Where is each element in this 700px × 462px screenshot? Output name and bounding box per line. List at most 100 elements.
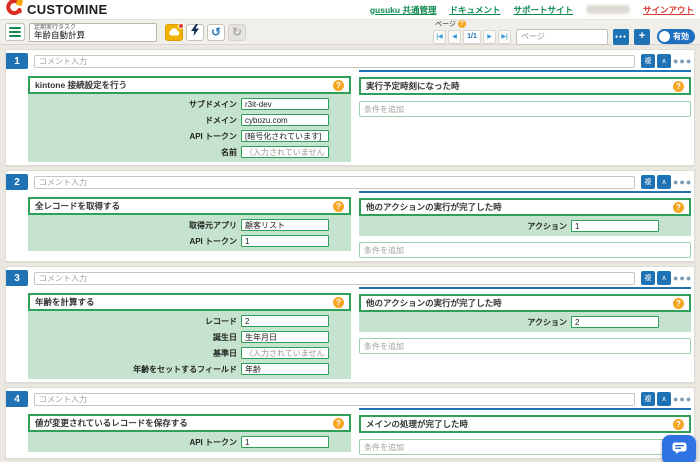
comment-input[interactable]	[34, 176, 635, 189]
record-input[interactable]	[241, 315, 329, 327]
trigger-title: 実行予定時刻になった時	[366, 80, 460, 92]
action-section-1: 1 複 ∧ ●●● kintone 接続設定を行う ? サブドメイン ドメイン	[5, 49, 695, 166]
undo-button[interactable]: ↺	[207, 24, 225, 41]
prev-page-button[interactable]: ◀	[448, 30, 461, 44]
name-input[interactable]	[241, 146, 329, 158]
condition-input[interactable]	[359, 338, 691, 354]
last-page-button[interactable]: ▶|	[498, 30, 511, 44]
field-label: API トークン	[28, 131, 237, 142]
page-controls: ページ ? |◀ ◀ 1/1 ▶ ▶| ページ ●●● + 有効	[433, 20, 695, 45]
action-section-4: 4 複 ∧ ●●● 値が変更されているレコードを保存する ? API トークン	[5, 387, 695, 459]
help-icon[interactable]: ?	[333, 418, 344, 429]
page-more-button[interactable]: ●●●	[613, 29, 629, 45]
field-label: API トークン	[28, 437, 237, 448]
page-label: ページ	[435, 19, 456, 29]
duplicate-button[interactable]: 複	[641, 392, 655, 406]
action-title: 年齢を計算する	[35, 296, 95, 308]
run-button[interactable]	[186, 24, 204, 41]
action-number-badge: 4	[6, 391, 28, 407]
field-label: レコード	[28, 316, 237, 327]
comment-input[interactable]	[34, 55, 635, 68]
condition-input[interactable]	[359, 439, 691, 455]
help-icon[interactable]: ?	[673, 202, 684, 213]
collapse-button[interactable]: ∧	[657, 54, 671, 68]
action-card: 値が変更されているレコードを保存する ? API トークン	[28, 414, 351, 452]
base-date-input[interactable]	[241, 347, 329, 359]
field-label: 取得元アプリ	[28, 220, 237, 231]
action-number-badge: 3	[6, 270, 28, 286]
nav-link-gusuku-admin[interactable]: gusuku 共通管理	[370, 4, 437, 16]
toggle-knob	[659, 31, 670, 42]
first-page-button[interactable]: |◀	[433, 30, 446, 44]
next-page-button[interactable]: ▶	[483, 30, 496, 44]
api-token-input[interactable]	[241, 436, 329, 448]
field-label: アクション	[359, 317, 567, 328]
domain-input[interactable]	[241, 114, 329, 126]
help-icon[interactable]: ?	[333, 201, 344, 212]
help-icon[interactable]: ?	[333, 80, 344, 91]
section-menu-button[interactable]: ●●●	[673, 273, 691, 283]
notification-button[interactable]	[165, 24, 183, 41]
section-menu-button[interactable]: ●●●	[673, 56, 691, 66]
redo-button[interactable]: ↻	[228, 24, 246, 41]
birthday-input[interactable]	[241, 331, 329, 343]
redo-icon: ↻	[232, 25, 242, 39]
action-number-badge: 2	[6, 174, 28, 190]
condition-input[interactable]	[359, 101, 691, 117]
page-add-button[interactable]: +	[634, 29, 650, 45]
field-label: 誕生日	[28, 332, 237, 343]
collapse-button[interactable]: ∧	[657, 271, 671, 285]
section-menu-button[interactable]: ●●●	[673, 177, 691, 187]
trigger-action-input[interactable]	[571, 220, 659, 232]
age-field-input[interactable]	[241, 363, 329, 375]
customine-logo-icon	[6, 0, 23, 20]
duplicate-button[interactable]: 複	[641, 271, 655, 285]
page-indicator: 1/1	[463, 30, 481, 44]
trigger-card: 実行予定時刻になった時 ?	[359, 77, 691, 95]
nav-link-support[interactable]: サポートサイト	[513, 4, 573, 16]
comment-input[interactable]	[34, 272, 635, 285]
help-icon[interactable]: ?	[673, 419, 684, 430]
page-select[interactable]: ページ	[516, 29, 608, 45]
action-card: kintone 接続設定を行う ? サブドメイン ドメイン API トークン 名…	[28, 76, 351, 162]
api-token-input[interactable]	[241, 235, 329, 247]
subdomain-input[interactable]	[241, 98, 329, 110]
comment-input[interactable]	[34, 393, 635, 406]
lightning-icon	[191, 23, 200, 41]
action-list: 1 複 ∧ ●●● kintone 接続設定を行う ? サブドメイン ドメイン	[0, 45, 700, 462]
duplicate-button[interactable]: 複	[641, 54, 655, 68]
trigger-card: 他のアクションの実行が完了した時 ? アクション	[359, 198, 691, 236]
help-icon[interactable]: ?	[333, 297, 344, 308]
customine-logo: CUSTOMINE	[6, 0, 107, 20]
signout-link[interactable]: サインアウト	[643, 4, 694, 16]
page-help-icon[interactable]: ?	[458, 20, 466, 28]
field-label: ドメイン	[28, 115, 237, 126]
menu-button[interactable]	[5, 23, 25, 41]
notification-dot	[178, 23, 184, 29]
nav-link-documents[interactable]: ドキュメント	[449, 4, 500, 16]
user-name-redacted	[586, 5, 630, 14]
field-label: アクション	[359, 221, 567, 232]
task-name-field[interactable]: 定期実行タスク 年齢自動計算	[29, 23, 157, 42]
condition-input[interactable]	[359, 242, 691, 258]
chat-widget-button[interactable]	[662, 435, 696, 462]
section-menu-button[interactable]: ●●●	[673, 394, 691, 404]
toolbar: 定期実行タスク 年齢自動計算 ↺ ↻ ページ ? |◀ ◀ 1/1 ▶ ▶| ペ…	[0, 20, 700, 45]
action-title: kintone 接続設定を行う	[35, 79, 127, 91]
trigger-title: 他のアクションの実行が完了した時	[366, 297, 502, 309]
help-icon[interactable]: ?	[673, 298, 684, 309]
source-app-input[interactable]	[241, 219, 329, 231]
collapse-button[interactable]: ∧	[657, 175, 671, 189]
enabled-toggle[interactable]: 有効	[657, 29, 695, 44]
duplicate-button[interactable]: 複	[641, 175, 655, 189]
collapse-button[interactable]: ∧	[657, 392, 671, 406]
action-card: 全レコードを取得する ? 取得元アプリ API トークン	[28, 197, 351, 251]
trigger-action-input[interactable]	[571, 316, 659, 328]
task-name-value: 年齢自動計算	[34, 31, 152, 40]
help-icon[interactable]: ?	[673, 81, 684, 92]
api-token-input[interactable]	[241, 130, 329, 142]
toggle-label: 有効	[673, 31, 689, 42]
field-label: 基準日	[28, 348, 237, 359]
chat-bubble-icon	[672, 441, 687, 459]
field-label: サブドメイン	[28, 99, 237, 110]
